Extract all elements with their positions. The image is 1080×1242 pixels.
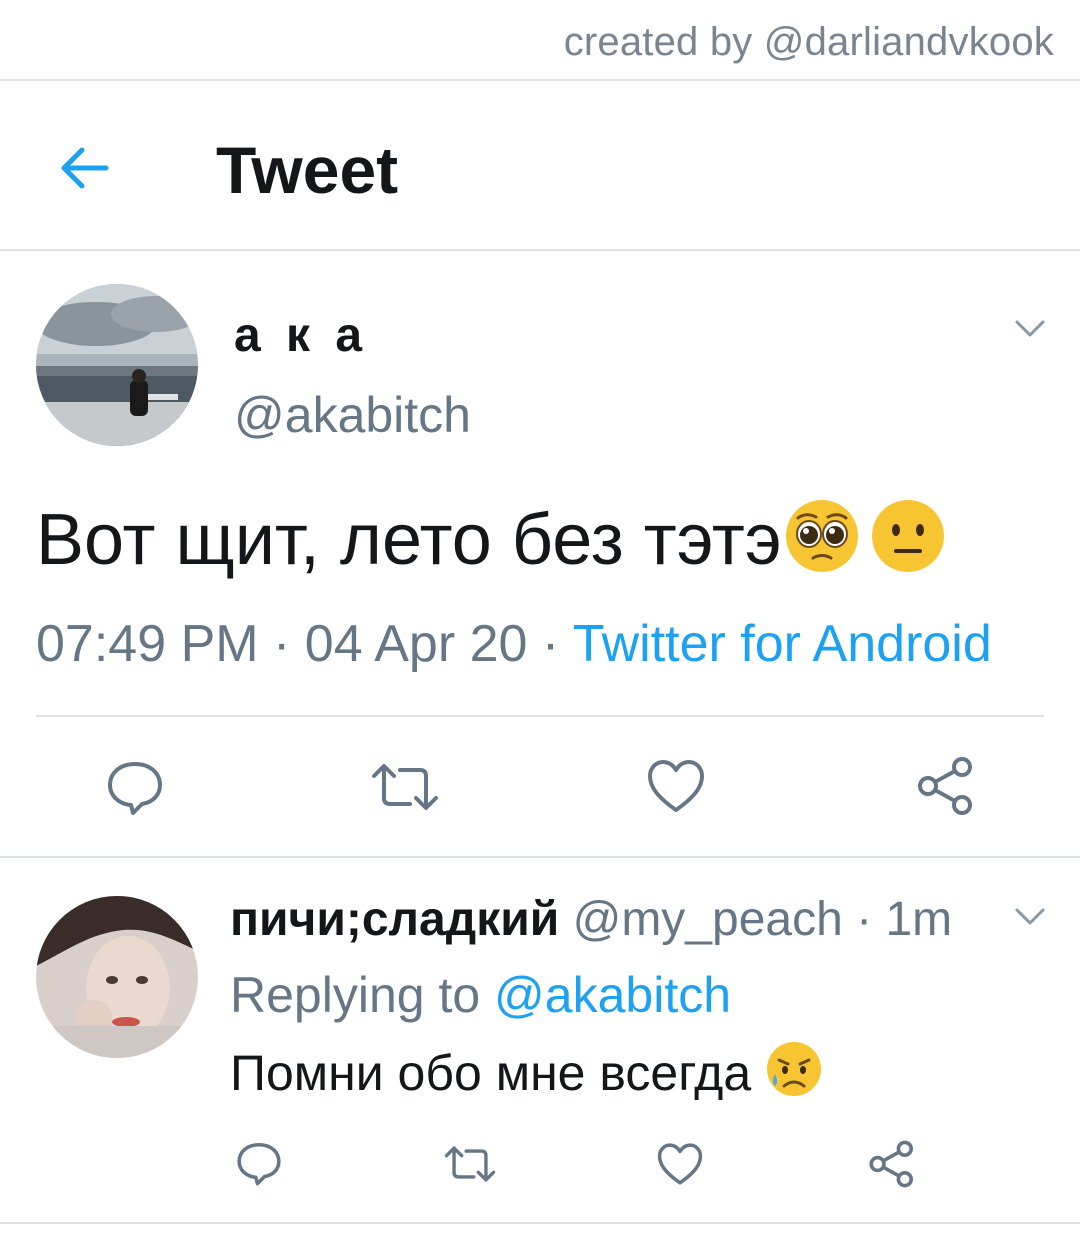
like-icon[interactable]	[646, 758, 706, 814]
meta-separator: ·	[527, 615, 573, 673]
retweet-icon[interactable]	[370, 758, 440, 816]
author-display-name[interactable]: а к а	[234, 308, 368, 363]
divider	[0, 79, 1080, 81]
meta-separator: ·	[258, 615, 305, 673]
avatar-image	[36, 284, 198, 446]
divider	[0, 249, 1080, 251]
reply-header: пичи;сладкий @my_peach · 1m	[230, 892, 952, 947]
share-icon[interactable]	[868, 1140, 916, 1188]
sad-but-relieved-face-emoji	[767, 1042, 822, 1096]
chevron-down-icon[interactable]	[1014, 318, 1046, 340]
tweet-source-link[interactable]: Twitter for Android	[573, 615, 992, 673]
retweet-icon[interactable]	[442, 1142, 498, 1186]
share-icon[interactable]	[916, 756, 976, 816]
arrow-left-icon	[61, 147, 109, 189]
tweet-text: Вот щит, лето без тэтэ	[36, 498, 946, 581]
replying-to-handle-link[interactable]: @akabitch	[494, 967, 731, 1023]
reply-age: 1m	[885, 893, 953, 946]
tweet-date: 04 Apr 20	[304, 615, 528, 673]
author-handle[interactable]: @akabitch	[234, 386, 471, 444]
pleading-face-emoji	[785, 500, 858, 572]
reply-body: Помни обо мне всегда	[230, 1045, 752, 1101]
reply-icon[interactable]	[106, 758, 164, 816]
meta-separator: ·	[842, 893, 886, 946]
like-icon[interactable]	[656, 1142, 704, 1186]
divider	[36, 715, 1044, 717]
replying-prefix: Replying to	[230, 967, 495, 1023]
tweet-time: 07:49 PM	[36, 615, 259, 673]
tweet-body: Вот щит, лето без тэтэ	[36, 500, 782, 580]
reply-icon[interactable]	[236, 1140, 282, 1186]
reply-avatar[interactable]	[36, 896, 198, 1058]
page-title: Tweet	[216, 133, 399, 207]
reply-text: Помни обо мне всегда	[230, 1040, 823, 1102]
watermark-credit: created by @darliandvkook	[563, 20, 1054, 64]
avatar-image	[36, 896, 198, 1058]
back-button[interactable]	[56, 140, 112, 196]
divider	[0, 856, 1080, 858]
divider	[0, 1222, 1080, 1224]
tweet-meta: 07:49 PM · 04 Apr 20 · Twitter for Andro…	[36, 614, 992, 674]
neutral-face-emoji	[871, 500, 944, 572]
chevron-down-icon[interactable]	[1014, 906, 1046, 928]
reply-display-name[interactable]: пичи;сладкий	[230, 893, 559, 946]
reply-handle[interactable]: @my_peach	[573, 893, 843, 946]
replying-to: Replying to @akabitch	[230, 966, 731, 1024]
avatar[interactable]	[36, 284, 198, 446]
